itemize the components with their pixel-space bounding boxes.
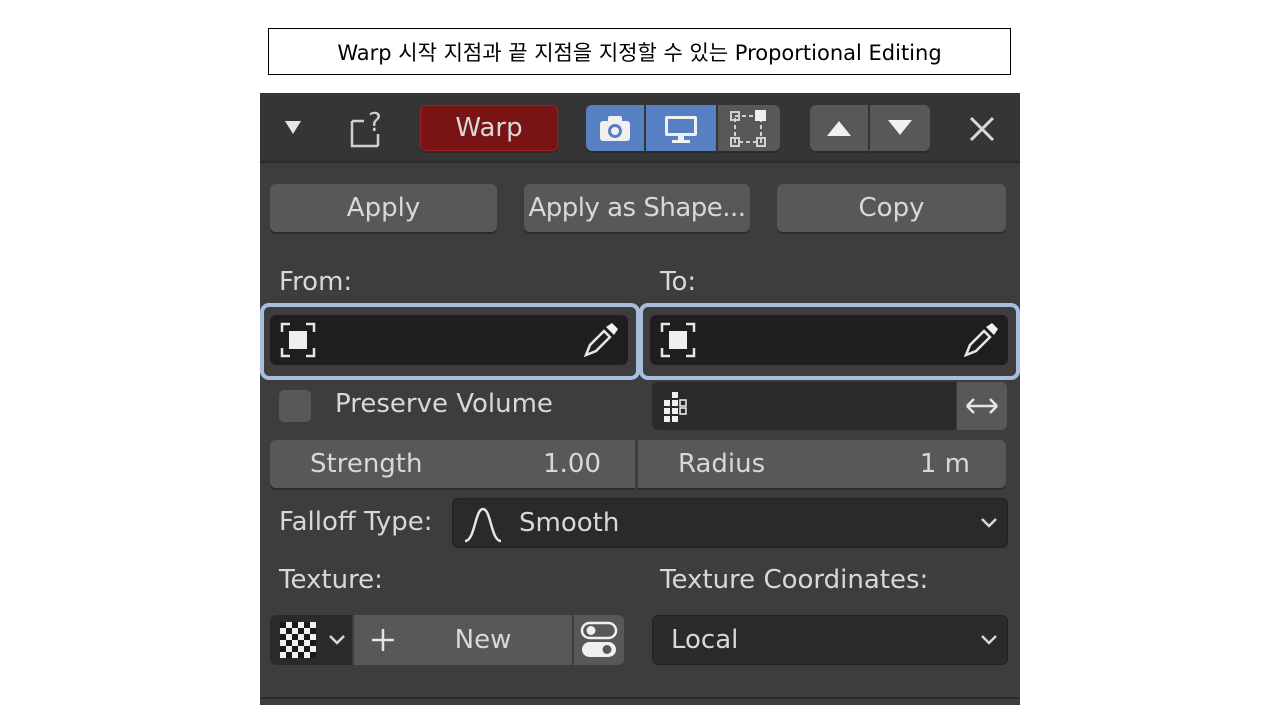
preserve-volume-label[interactable]: Preserve Volume <box>335 389 553 419</box>
object-icon <box>660 322 696 358</box>
apply-as-shape-button[interactable]: Apply as Shape... <box>524 184 750 232</box>
apply-as-shape-label: Apply as Shape... <box>528 193 746 223</box>
move-down-icon <box>888 120 912 135</box>
from-label: From: <box>279 267 353 297</box>
modifier-header: ? Warp <box>260 93 1020 163</box>
panel-divider <box>260 697 1020 699</box>
chevron-down-icon <box>329 635 345 645</box>
object-icon <box>280 322 316 358</box>
checker-texture-icon <box>280 622 316 658</box>
chevron-down-icon <box>981 518 997 528</box>
invert-arrows-icon <box>966 398 998 414</box>
move-down-button[interactable] <box>870 105 930 151</box>
eyedropper-icon[interactable] <box>962 321 1000 359</box>
render-toggle[interactable] <box>586 105 644 151</box>
close-icon[interactable] <box>968 115 996 143</box>
texture-node-toggle[interactable] <box>574 615 624 665</box>
warp-modifier-panel: ? Warp Apply Apply as Shape... Copy From… <box>260 93 1020 705</box>
to-object-field[interactable] <box>650 315 1008 365</box>
copy-button[interactable]: Copy <box>777 184 1006 232</box>
plus-icon <box>372 629 394 651</box>
move-up-button[interactable] <box>810 105 868 151</box>
editmode-vertices-icon <box>730 110 766 147</box>
to-label: To: <box>660 267 697 297</box>
toggle-switch-icon <box>580 621 618 657</box>
strength-label: Strength <box>310 449 423 479</box>
camera-icon <box>600 116 630 141</box>
new-texture-label: New <box>454 625 512 655</box>
falloff-type-label: Falloff Type: <box>279 507 433 537</box>
chevron-down-icon <box>981 635 997 645</box>
texture-coordinates-dropdown[interactable]: Local <box>652 615 1008 665</box>
apply-button[interactable]: Apply <box>270 184 497 232</box>
from-object-field[interactable] <box>270 315 628 365</box>
modifier-help-icon[interactable]: ? <box>348 109 390 149</box>
strength-value: 1.00 <box>543 449 601 479</box>
texture-label: Texture: <box>279 565 383 595</box>
texture-coordinates-value: Local <box>671 625 739 655</box>
modifier-name-field[interactable]: Warp <box>420 105 558 151</box>
eyedropper-icon[interactable] <box>582 321 620 359</box>
editmode-toggle[interactable] <box>718 105 780 151</box>
svg-text:?: ? <box>368 109 382 138</box>
texture-browse-button[interactable] <box>270 615 352 665</box>
viewport-toggle[interactable] <box>646 105 716 151</box>
invert-vertex-group-button[interactable] <box>957 382 1007 430</box>
new-texture-button[interactable]: New <box>354 615 572 665</box>
falloff-type-value: Smooth <box>519 508 620 538</box>
vertex-group-icon <box>664 392 687 422</box>
move-up-icon <box>827 121 851 136</box>
vertex-group-field[interactable] <box>652 382 956 430</box>
monitor-icon <box>665 116 697 143</box>
apply-label: Apply <box>346 193 421 223</box>
preserve-volume-checkbox[interactable] <box>279 390 311 422</box>
modifier-name: Warp <box>455 113 523 143</box>
falloff-type-dropdown[interactable]: Smooth <box>452 498 1008 548</box>
texture-coordinates-label: Texture Coordinates: <box>660 565 929 595</box>
smooth-falloff-icon <box>464 507 502 543</box>
slide-caption: Warp 시작 지점과 끝 지점을 지정할 수 있는 Proportional … <box>268 28 1011 75</box>
radius-label: Radius <box>678 449 766 479</box>
radius-value: 1 m <box>919 449 970 479</box>
strength-field[interactable]: Strength 1.00 <box>270 440 635 488</box>
radius-field[interactable]: Radius 1 m <box>638 440 1006 488</box>
copy-label: Copy <box>858 193 925 223</box>
collapse-triangle-icon[interactable] <box>284 119 302 135</box>
